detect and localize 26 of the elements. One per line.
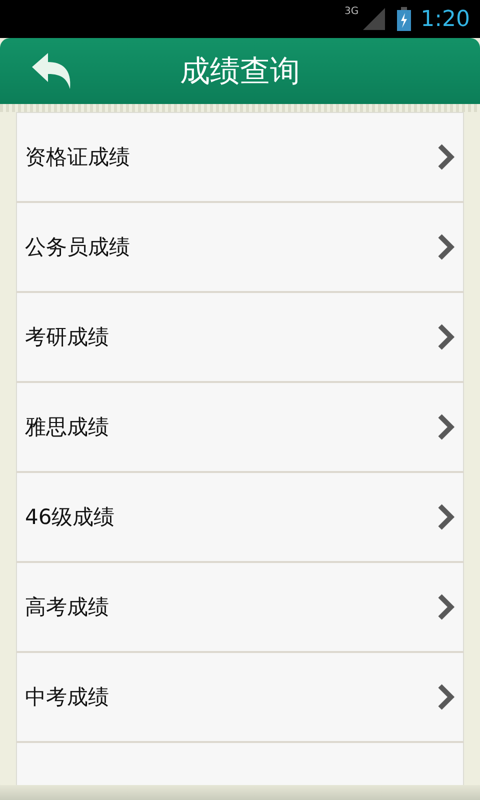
item-label: 高考成绩 (25, 594, 109, 621)
item-label: 46级成绩 (25, 504, 115, 531)
list-item[interactable]: 公务员成绩 (16, 203, 464, 293)
chevron-right-icon (437, 593, 455, 621)
item-label: 雅思成绩 (25, 414, 109, 441)
chevron-right-icon (437, 503, 455, 531)
page-title: 成绩查询 (180, 52, 300, 90)
item-label: 公务员成绩 (25, 234, 130, 261)
list-item[interactable]: 中考成绩 (16, 653, 464, 743)
chevron-right-icon (437, 143, 455, 171)
network-label: 3G (344, 6, 359, 17)
list-item[interactable]: 高考成绩 (16, 563, 464, 653)
chevron-right-icon (437, 323, 455, 351)
battery-charging-icon (396, 7, 411, 31)
signal-icon (362, 8, 385, 30)
chevron-right-icon (437, 683, 455, 711)
list-item[interactable]: 46级成绩 (16, 473, 464, 563)
item-label: 考研成绩 (25, 324, 109, 351)
chevron-right-icon (437, 413, 455, 441)
list-item[interactable]: 考研成绩 (16, 293, 464, 383)
chevron-right-icon (437, 233, 455, 261)
item-label: 资格证成绩 (25, 144, 130, 171)
item-label: 中考成绩 (25, 684, 109, 711)
list-item[interactable]: 资格证成绩 (16, 112, 464, 203)
list-item[interactable]: 雅思成绩 (16, 383, 464, 473)
clock-time: 1:20 (420, 6, 470, 32)
